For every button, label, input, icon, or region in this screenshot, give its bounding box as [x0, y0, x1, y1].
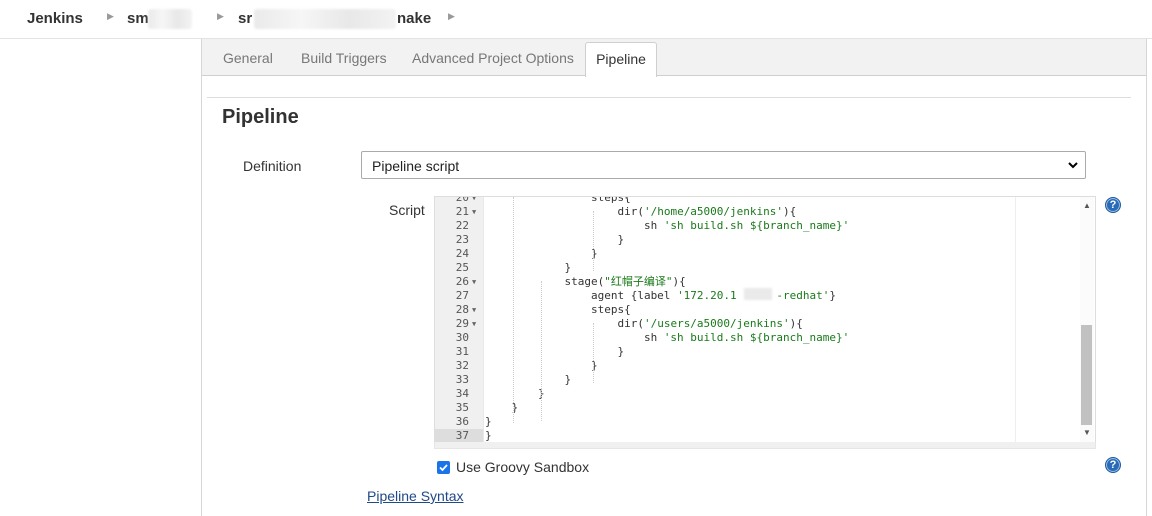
scrollbar-thumb[interactable]: [1081, 325, 1092, 425]
code-line[interactable]: 26 ▼ stage("红帽子编译"){: [435, 275, 1095, 289]
code-text: steps{: [485, 303, 631, 316]
line-number: 36: [455, 415, 469, 428]
line-number: 27: [455, 289, 469, 302]
sandbox-checkbox[interactable]: [437, 461, 450, 474]
tab-general[interactable]: General: [223, 50, 273, 66]
code-line[interactable]: 33 }: [435, 373, 1095, 387]
breadcrumb-arrow-icon[interactable]: ▶: [107, 11, 114, 22]
indent-guide: [593, 323, 594, 383]
indent-guide: [541, 281, 542, 421]
script-label: Script: [389, 202, 425, 218]
line-number: 29: [455, 317, 469, 330]
code-line[interactable]: 20 ▼ steps{: [435, 196, 1095, 205]
code-line[interactable]: 31 }: [435, 345, 1095, 359]
code-text: }: [485, 415, 492, 428]
line-number: 23: [455, 233, 469, 246]
code-text: dir('/home/a5000/jenkins'){: [485, 205, 797, 218]
code-text: }: [485, 373, 572, 386]
line-number: 31: [455, 345, 469, 358]
scroll-down-icon[interactable]: ▼: [1083, 428, 1091, 437]
fold-arrow-icon[interactable]: ▼: [472, 205, 476, 219]
config-panel: General Build Triggers Advanced Project …: [201, 39, 1147, 516]
tab-bar: General Build Triggers Advanced Project …: [202, 39, 1146, 77]
code-line[interactable]: 25 }: [435, 261, 1095, 275]
line-number: 28: [455, 303, 469, 316]
definition-label: Definition: [243, 158, 302, 174]
chevron-down-icon: [1068, 162, 1078, 169]
indent-guide: [513, 197, 514, 423]
definition-value: Pipeline script: [372, 158, 460, 174]
breadcrumb-job-suffix[interactable]: nake: [397, 10, 431, 27]
definition-select[interactable]: Pipeline script: [361, 151, 1086, 179]
code-line[interactable]: 30 sh 'sh build.sh ${branch_name}': [435, 331, 1095, 345]
code-line[interactable]: 24 }: [435, 247, 1095, 261]
line-number: 34: [455, 387, 469, 400]
breadcrumb-folder[interactable]: sm: [127, 10, 149, 27]
scroll-up-icon[interactable]: ▲: [1083, 201, 1091, 210]
code-line[interactable]: 36}: [435, 415, 1095, 429]
code-text: stage("红帽子编译"){: [485, 275, 686, 288]
code-text: sh 'sh build.sh ${branch_name}': [485, 219, 850, 232]
code-line[interactable]: 28 ▼ steps{: [435, 303, 1095, 317]
code-text: sh 'sh build.sh ${branch_name}': [485, 331, 850, 344]
code-line[interactable]: 23 }: [435, 233, 1095, 247]
line-number: 20: [455, 196, 469, 204]
code-text: agent {label '172.20.1 -redhat'}: [485, 289, 837, 302]
tab-build-triggers[interactable]: Build Triggers: [301, 50, 387, 66]
editor-horizontal-scrollbar[interactable]: [434, 442, 1096, 449]
line-number: 25: [455, 261, 469, 274]
checkmark-icon: [439, 464, 448, 472]
line-number: 30: [455, 331, 469, 344]
code-text: }: [485, 247, 598, 260]
redacted-text: [148, 9, 192, 29]
code-line[interactable]: 34 }: [435, 387, 1095, 401]
code-text: dir('/users/a5000/jenkins'){: [485, 317, 803, 330]
code-text: steps{: [485, 196, 631, 204]
code-text: }: [485, 429, 492, 442]
code-line[interactable]: 35 }: [435, 401, 1095, 415]
breadcrumb-job[interactable]: sr: [238, 10, 252, 27]
tab-advanced-project-options[interactable]: Advanced Project Options: [412, 50, 574, 66]
indent-guide: [593, 211, 594, 271]
code-line[interactable]: 37}: [435, 429, 1095, 443]
line-number: 37: [455, 429, 469, 442]
pipeline-syntax-link[interactable]: Pipeline Syntax: [367, 488, 464, 504]
sandbox-label[interactable]: Use Groovy Sandbox: [456, 459, 589, 475]
help-icon[interactable]: ?: [1105, 197, 1121, 213]
code-text: }: [485, 345, 625, 358]
code-line[interactable]: 22 sh 'sh build.sh ${branch_name}': [435, 219, 1095, 233]
code-text: }: [485, 387, 545, 400]
fold-arrow-icon[interactable]: ▼: [472, 197, 476, 205]
line-number: 26: [455, 275, 469, 288]
fold-arrow-icon[interactable]: ▼: [472, 275, 476, 289]
breadcrumb-arrow-icon[interactable]: ▶: [448, 11, 455, 22]
code-line[interactable]: 29 ▼ dir('/users/a5000/jenkins'){: [435, 317, 1095, 331]
line-number: 33: [455, 373, 469, 386]
breadcrumb: Jenkins ▶ sm ▶ sr nake ▶: [0, 0, 1152, 39]
breadcrumb-jenkins[interactable]: Jenkins: [27, 10, 83, 27]
editor-scrollbar[interactable]: ▲ ▼: [1080, 197, 1094, 443]
script-editor[interactable]: 20 ▼ steps{21 ▼ dir('/home/a5000/jenkins')…: [434, 196, 1096, 444]
code-text: }: [485, 261, 572, 274]
line-number: 22: [455, 219, 469, 232]
tab-pipeline-label: Pipeline: [596, 51, 646, 67]
redacted-text: [744, 288, 772, 300]
section-title: Pipeline: [222, 106, 299, 128]
tab-pipeline[interactable]: Pipeline: [585, 42, 657, 77]
line-number: 32: [455, 359, 469, 372]
code-line[interactable]: 21 ▼ dir('/home/a5000/jenkins'){: [435, 205, 1095, 219]
section-divider: [207, 97, 1131, 98]
redacted-text: [254, 9, 396, 29]
code-line[interactable]: 32 }: [435, 359, 1095, 373]
fold-arrow-icon[interactable]: ▼: [472, 303, 476, 317]
line-number: 35: [455, 401, 469, 414]
line-number: 24: [455, 247, 469, 260]
breadcrumb-arrow-icon[interactable]: ▶: [217, 11, 224, 22]
line-number: 21: [455, 205, 469, 218]
fold-arrow-icon[interactable]: ▼: [472, 317, 476, 331]
code-text: }: [485, 233, 625, 246]
help-icon[interactable]: ?: [1105, 457, 1121, 473]
